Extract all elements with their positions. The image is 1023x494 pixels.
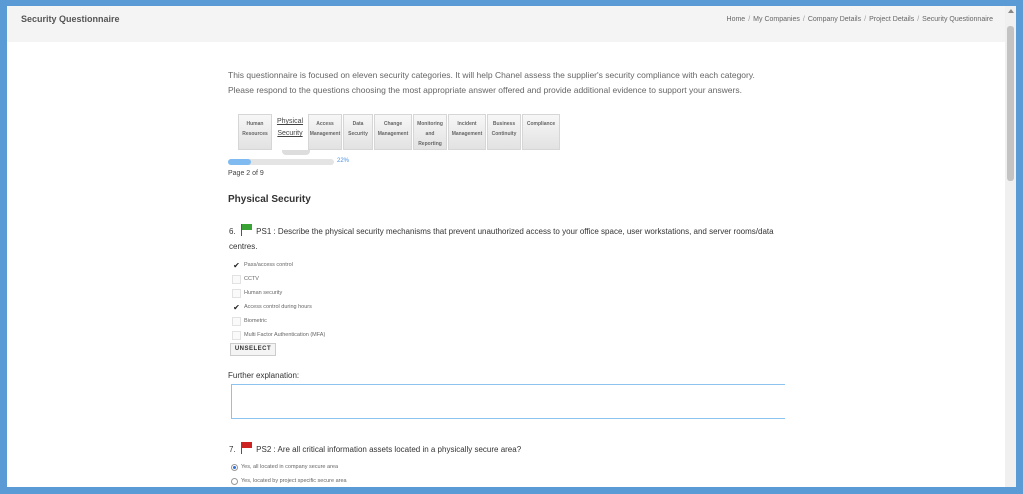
progress-percent: 22%	[337, 158, 350, 164]
option-mfa[interactable]: Multi Factor Authentication (MFA)	[232, 328, 325, 342]
breadcrumb-home[interactable]: Home	[727, 16, 746, 23]
ps2-options: Yes, all located in company secure area …	[231, 460, 347, 487]
vertical-scrollbar[interactable]	[1005, 6, 1016, 487]
further-explanation-label: Further explanation:	[228, 371, 300, 380]
ps1-options: ✔ Pass/access control CCTV Human security…	[232, 258, 325, 342]
checkbox-empty[interactable]	[232, 274, 241, 284]
tab-compliance[interactable]: Compliance	[522, 114, 560, 150]
breadcrumb: Home / My Companies / Company Details / Projec…	[726, 16, 993, 23]
tab-monitoring-and-reporting[interactable]: Monitoring and Reporting	[413, 114, 447, 150]
active-tab-indicator	[282, 150, 310, 155]
page-title: Security Questionnaire	[21, 14, 120, 24]
radio-unselected[interactable]	[231, 477, 238, 485]
checkbox-empty[interactable]	[232, 330, 241, 340]
option-access-control-during-hours[interactable]: ✔ Access control during hours	[232, 300, 325, 314]
red-flag-icon	[240, 442, 252, 454]
question-number: 7.	[229, 445, 236, 454]
page-header: Security Questionnaire Home / My Companies…	[7, 6, 1005, 42]
breadcrumb-project-details[interactable]: Project Details	[869, 16, 914, 23]
browser-viewport: Security Questionnaire Home / My Companies…	[7, 6, 1016, 487]
tab-access-management[interactable]: Access Management	[308, 114, 342, 150]
question-ps2: 7. PS2 : Are all critical information as…	[229, 442, 789, 457]
category-tabs: Human Resources Physical Security Access…	[238, 114, 561, 155]
page-indicator: Page 2 of 9	[228, 170, 264, 177]
breadcrumb-company-details[interactable]: Company Details	[808, 16, 861, 23]
question-ps1: 6. PS1 : Describe the physical security …	[229, 224, 789, 254]
question-text: PS2 : Are all critical information asset…	[256, 445, 522, 454]
checkbox-empty[interactable]	[232, 288, 241, 298]
green-flag-icon	[240, 224, 252, 236]
option-human-security[interactable]: Human security	[232, 286, 325, 300]
question-text: PS1 : Describe the physical security mec…	[229, 227, 774, 251]
further-explanation-textarea[interactable]	[231, 384, 785, 419]
question-number: 6.	[229, 227, 236, 236]
intro-text: This questionnaire is focused on eleven …	[228, 70, 755, 95]
section-title: Physical Security	[228, 194, 311, 205]
checkbox-checked-icon[interactable]: ✔	[232, 303, 241, 312]
tab-change-management[interactable]: Change Management	[374, 114, 412, 150]
option-biometric[interactable]: Biometric	[232, 314, 325, 328]
progress-bar	[228, 159, 334, 165]
option-yes-company-secure-area[interactable]: Yes, all located in company secure area	[231, 460, 347, 474]
unselect-button[interactable]: UNSELECT	[230, 343, 276, 356]
tab-human-resources[interactable]: Human Resources	[238, 114, 272, 150]
checkbox-checked-icon[interactable]: ✔	[232, 261, 241, 270]
scrollbar-thumb[interactable]	[1007, 26, 1014, 181]
option-yes-project-secure-area[interactable]: Yes, located by project specific secure …	[231, 474, 347, 487]
tab-incident-management[interactable]: Incident Management	[448, 114, 486, 150]
progress-fill	[228, 159, 252, 165]
tab-physical-security-label: Physical Security	[276, 118, 304, 137]
checkbox-empty[interactable]	[232, 316, 241, 326]
breadcrumb-current: Security Questionnaire	[922, 16, 993, 23]
tab-business-continuity[interactable]: Business Continuity	[487, 114, 521, 150]
tab-physical-security[interactable]: Physical Security	[273, 114, 307, 150]
breadcrumb-my-companies[interactable]: My Companies	[753, 16, 800, 23]
radio-selected[interactable]	[231, 463, 238, 471]
tab-data-security[interactable]: Data Security	[343, 114, 373, 150]
option-cctv[interactable]: CCTV	[232, 272, 325, 286]
option-pass-access-control[interactable]: ✔ Pass/access control	[232, 258, 325, 272]
scroll-up-arrow-icon[interactable]	[1008, 9, 1014, 13]
